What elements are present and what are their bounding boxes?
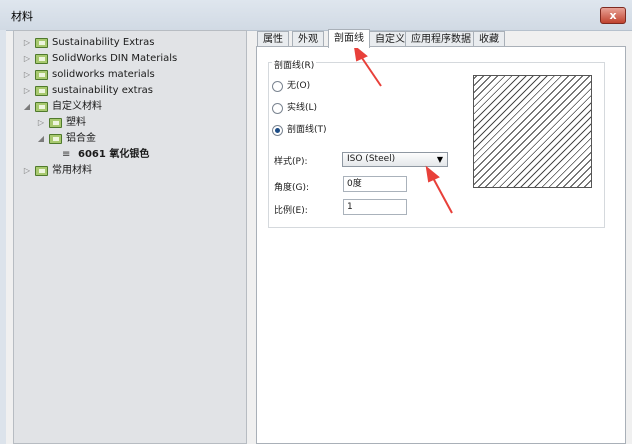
annotation-arrow-style — [431, 175, 453, 214]
annotation-arrow-tab — [359, 54, 382, 87]
annotation-arrowhead-style — [425, 165, 440, 183]
tab-label: 剖面线 — [334, 33, 364, 44]
annotation-arrows — [353, 44, 453, 214]
tab-hatch[interactable]: 剖面线 — [328, 29, 370, 48]
annotation-arrowhead-tab — [353, 44, 368, 62]
